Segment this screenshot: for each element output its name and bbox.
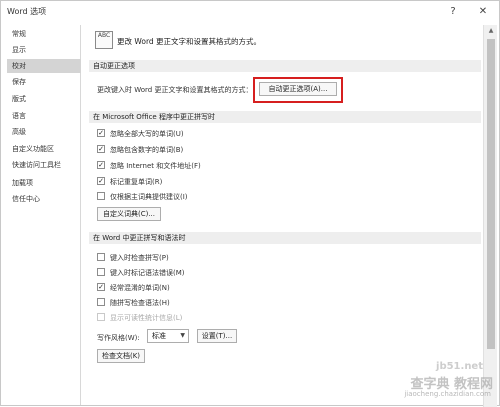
- writing-style-select[interactable]: 标准 ▼: [147, 329, 189, 343]
- label-ignore-internet: 忽略 Internet 和文件地址(F): [110, 162, 201, 170]
- checkbox-confused-words[interactable]: ✓: [97, 283, 105, 291]
- sidebar-item-customize-ribbon[interactable]: 自定义功能区: [7, 142, 81, 156]
- writing-style-label: 写作风格(W):: [97, 334, 140, 342]
- sidebar-item-proofing[interactable]: 校对: [7, 59, 81, 73]
- watermark-line-3: jiaocheng.chazidian.com: [404, 390, 491, 398]
- proofing-content: ABC 更改 Word 更正文字和设置其格式的方式。 自动更正选项 更改键入时 …: [83, 25, 481, 407]
- sidebar-item-general[interactable]: 常规: [7, 27, 81, 41]
- label-grammar-with-spelling: 随拼写检查语法(H): [110, 299, 170, 307]
- vertical-scrollbar[interactable]: ▲: [483, 25, 497, 407]
- section-autocorrect: 自动更正选项: [89, 60, 481, 72]
- label-flag-repeated: 标记重复单词(R): [110, 178, 163, 186]
- check-document-button[interactable]: 检查文档(K): [97, 349, 145, 363]
- highlight-box: [253, 77, 343, 103]
- site-watermark: jb51.net 查字典 教程网 jiaocheng.chazidian.com: [343, 361, 493, 401]
- page-description: 更改 Word 更正文字和设置其格式的方式。: [117, 37, 262, 46]
- sidebar-item-display[interactable]: 显示: [7, 43, 81, 57]
- checkbox-grammar-with-spelling[interactable]: [97, 298, 105, 306]
- checkbox-readability-stats[interactable]: [97, 313, 105, 321]
- sidebar-item-language[interactable]: 语言: [7, 109, 81, 123]
- settings-button[interactable]: 设置(T)...: [197, 329, 237, 343]
- scroll-up-icon[interactable]: ▲: [484, 25, 498, 37]
- options-sidebar: 常规 显示 校对 保存 版式 语言 高级 自定义功能区 快速访问工具栏 加载项 …: [7, 25, 81, 405]
- watermark-line-1: jb51.net: [436, 361, 483, 372]
- sidebar-item-advanced[interactable]: 高级: [7, 125, 81, 139]
- help-icon[interactable]: ?: [439, 2, 467, 20]
- checkbox-flag-repeated[interactable]: ✓: [97, 177, 105, 185]
- custom-dictionaries-button[interactable]: 自定义词典(C)...: [97, 207, 161, 221]
- checkbox-ignore-internet[interactable]: ✓: [97, 161, 105, 169]
- scroll-thumb[interactable]: [487, 39, 495, 349]
- label-ignore-numbers: 忽略包含数字的单词(B): [110, 146, 184, 154]
- sidebar-item-layout[interactable]: 版式: [7, 92, 81, 106]
- checkbox-ignore-uppercase[interactable]: ✓: [97, 129, 105, 137]
- section-word-spelling: 在 Word 中更正拼写和语法时: [89, 232, 481, 244]
- checkbox-check-spelling[interactable]: [97, 253, 105, 261]
- title-bar: Word 选项 ? ✕: [1, 1, 499, 21]
- sidebar-item-save[interactable]: 保存: [7, 75, 81, 89]
- label-ignore-uppercase: 忽略全部大写的单词(U): [110, 130, 184, 138]
- checkbox-main-dictionary[interactable]: [97, 192, 105, 200]
- dropdown-arrow-icon: ▼: [180, 332, 185, 339]
- autocorrect-description: 更改键入时 Word 更正文字和设置其格式的方式：: [97, 86, 253, 94]
- checkbox-ignore-numbers[interactable]: ✓: [97, 145, 105, 153]
- label-check-spelling: 键入时检查拼写(P): [110, 254, 169, 262]
- checkbox-mark-grammar[interactable]: [97, 268, 105, 276]
- word-options-window: Word 选项 ? ✕ 常规 显示 校对 保存 版式 语言 高级 自定义功能区 …: [0, 0, 500, 407]
- label-readability-stats: 显示可读性统计信息(L): [110, 314, 183, 322]
- sidebar-item-quick-access[interactable]: 快速访问工具栏: [7, 158, 81, 172]
- sidebar-item-trust-center[interactable]: 信任中心: [7, 192, 81, 206]
- window-title: Word 选项: [7, 7, 47, 16]
- close-icon[interactable]: ✕: [469, 2, 497, 20]
- proofing-abc-icon: ABC: [95, 31, 113, 49]
- label-mark-grammar: 键入时标记语法错误(M): [110, 269, 185, 277]
- writing-style-value: 标准: [152, 332, 166, 340]
- sidebar-item-addins[interactable]: 加载项: [7, 176, 81, 190]
- section-office-spelling: 在 Microsoft Office 程序中更正拼写时: [89, 111, 481, 123]
- label-main-dictionary: 仅根据主词典提供建议(I): [110, 193, 188, 201]
- label-confused-words: 经常混淆的单词(N): [110, 284, 170, 292]
